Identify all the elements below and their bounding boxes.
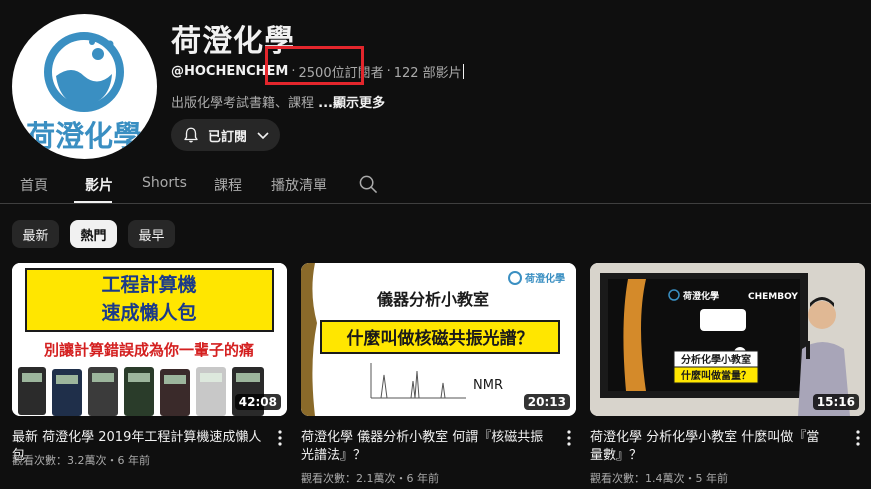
highlight-annotation-box bbox=[265, 46, 364, 85]
more-actions-icon[interactable] bbox=[277, 430, 283, 446]
tab-courses[interactable]: 課程 bbox=[214, 175, 242, 195]
more-actions-icon[interactable] bbox=[566, 430, 572, 446]
video-thumbnail[interactable]: 工程計算機 速成懶人包 別讓計算錯誤成為你一輩子的痛 42:08 bbox=[12, 263, 287, 416]
show-more-link[interactable]: ...顯示更多 bbox=[318, 96, 385, 111]
bell-icon bbox=[184, 127, 198, 143]
video-title[interactable]: 荷澄化學 儀器分析小教室 何謂『核磁共振光譜法』？ bbox=[301, 429, 551, 465]
chevron-down-icon bbox=[257, 132, 269, 140]
video-card[interactable]: 荷澄化學 儀器分析小教室 什麼叫做核磁共振光譜？ NMR 20:13 荷澄化學 … bbox=[301, 263, 576, 485]
video-stats: 觀看次數：3.2萬次・6 年前 bbox=[12, 454, 150, 467]
tab-shorts[interactable]: Shorts bbox=[142, 175, 187, 191]
tab-videos[interactable]: 影片 bbox=[85, 175, 113, 195]
tab-home[interactable]: 首頁 bbox=[20, 175, 48, 195]
thumb-label-nmr: NMR bbox=[473, 378, 503, 393]
video-card[interactable]: 荷澄化學 CHEMBOY 分析化學小教室 什麼叫做當量？ 15:16 荷澄化學 … bbox=[590, 263, 865, 485]
video-thumbnail[interactable]: 荷澄化學 CHEMBOY 分析化學小教室 什麼叫做當量？ 15:16 bbox=[590, 263, 865, 416]
video-duration: 15:16 bbox=[812, 394, 859, 410]
video-duration: 42:08 bbox=[234, 394, 281, 410]
thumb-headline-2: 什麼叫做核磁共振光譜？ bbox=[347, 328, 534, 349]
video-stats: 觀看次數：2.1萬次・6 年前 bbox=[301, 472, 439, 485]
channel-logo-icon: 荷澄化學 bbox=[26, 32, 142, 153]
channel-description[interactable]: 出版化學考試書籍、課程 ...顯示更多 bbox=[171, 92, 385, 111]
thumb-headline-2: 什麼叫做當量？ bbox=[681, 369, 751, 382]
chip-latest[interactable]: 最新 bbox=[12, 220, 59, 248]
channel-avatar[interactable]: 荷澄化學 bbox=[12, 14, 157, 159]
video-title[interactable]: 荷澄化學 分析化學小教室 什麼叫做『當量數』？ bbox=[590, 429, 830, 465]
video-card[interactable]: 工程計算機 速成懶人包 別讓計算錯誤成為你一輩子的痛 42:08 最新 荷澄化學… bbox=[12, 263, 287, 467]
thumb-headline-1: 工程計算機 bbox=[101, 273, 196, 296]
thumb-brand: 荷澄化學 bbox=[524, 272, 565, 285]
description-text: 出版化學考試書籍、課程 bbox=[171, 96, 319, 111]
thumb-headline-1: 儀器分析小教室 bbox=[376, 290, 489, 309]
video-stats: 觀看次數：1.4萬次・5 年前 bbox=[590, 472, 728, 485]
video-duration: 20:13 bbox=[523, 394, 570, 410]
search-icon[interactable] bbox=[359, 175, 378, 194]
chip-popular[interactable]: 熱門 bbox=[70, 220, 117, 248]
thumb-tagline: 別讓計算錯誤成為你一輩子的痛 bbox=[43, 341, 254, 359]
active-tab-indicator bbox=[74, 201, 112, 203]
separator-dot: · bbox=[386, 64, 391, 79]
text-cursor bbox=[462, 64, 464, 79]
avatar-text: 荷澄化學 bbox=[26, 119, 142, 153]
more-actions-icon[interactable] bbox=[855, 430, 861, 446]
tab-playlists[interactable]: 播放清單 bbox=[271, 175, 327, 195]
video-thumbnail[interactable]: 荷澄化學 儀器分析小教室 什麼叫做核磁共振光譜？ NMR 20:13 bbox=[301, 263, 576, 416]
thumb-chemboy: CHEMBOY bbox=[748, 292, 798, 302]
thumb-headline-2: 速成懶人包 bbox=[101, 301, 196, 324]
chip-oldest[interactable]: 最早 bbox=[128, 220, 175, 248]
video-count: 122 部影片 bbox=[393, 66, 462, 81]
subscribed-button[interactable]: 已訂閱 bbox=[171, 119, 280, 151]
thumb-brand: 荷澄化學 bbox=[682, 290, 719, 302]
channel-tabs: 首頁 影片 Shorts 課程 播放清單 bbox=[0, 164, 871, 204]
thumb-headline-1: 分析化學小教室 bbox=[681, 353, 751, 366]
subscribed-label: 已訂閱 bbox=[208, 129, 248, 145]
